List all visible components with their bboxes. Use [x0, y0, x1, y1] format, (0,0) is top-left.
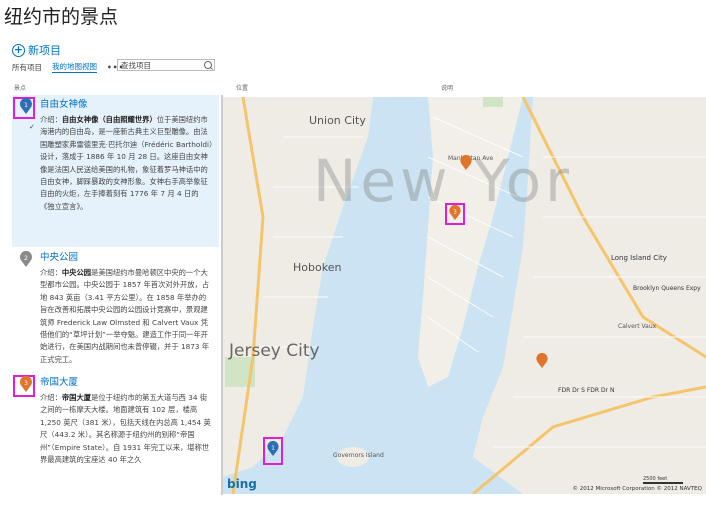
map-pin-empire-state[interactable]: 3	[448, 205, 462, 221]
map-label-governors-island: Governors Island	[333, 452, 384, 459]
map-pin-icon: 2	[20, 251, 32, 267]
map-label-brooklyn-queens-expy: Brooklyn Queens Expy	[633, 285, 701, 292]
item-title[interactable]: 中央公园	[40, 252, 78, 264]
new-item-button[interactable]: + 新项目	[12, 42, 61, 58]
pin-number: 2	[24, 255, 28, 262]
map-label-new-york: New Yor	[313, 147, 573, 215]
page-title: 纽约市的景点	[4, 6, 119, 28]
pin-number: 1	[24, 102, 28, 109]
column-header-description[interactable]: 说明	[441, 83, 453, 92]
map-copyright: © 2012 Microsoft Corporation © 2012 NAVT…	[572, 486, 702, 492]
map-label-hoboken: Hoboken	[293, 261, 342, 274]
bing-logo: bing	[227, 477, 257, 491]
item-list: 1 ✓ 自由女神像 介绍：自由女神像（自由照耀世界）位于美国纽约市海港内的自由岛…	[12, 95, 223, 495]
new-item-label: 新项目	[28, 44, 61, 57]
view-my-map[interactable]: 我的地图视图	[52, 61, 97, 73]
plus-icon: +	[12, 42, 25, 57]
map-pin-number: 3	[453, 209, 457, 215]
list-item[interactable]: 3 帝国大厦 介绍：帝国大厦是位于纽约市的第五大道与西 34 街之间的一栋摩天大…	[12, 373, 219, 483]
map-label-jersey-city: Jersey City	[229, 341, 320, 361]
map-pin-brooklyn[interactable]	[535, 353, 549, 369]
list-item[interactable]: 1 ✓ 自由女神像 介绍：自由女神像（自由照耀世界）位于美国纽约市海港内的自由岛…	[12, 95, 219, 247]
column-header-attraction[interactable]: 景点	[14, 83, 26, 92]
search-input[interactable]: 查找项目	[117, 59, 215, 71]
list-item[interactable]: 2 中央公园 介绍：中央公园是美国纽约市曼哈顿区中央的一个大型都市公园。中央公园…	[12, 248, 219, 368]
map-label-long-island-city: Long Island City	[611, 254, 667, 262]
search-placeholder: 查找项目	[121, 61, 151, 70]
item-description: 介绍：帝国大厦是位于纽约市的第五大道与西 34 街之间的一栋摩天大楼。地面建筑有…	[40, 393, 211, 465]
map-pin-statue-of-liberty[interactable]: 1	[266, 441, 280, 457]
item-description: 介绍：自由女神像（自由照耀世界）位于美国纽约市海港内的自由岛，是一座新古典主义巨…	[40, 115, 213, 211]
map-pin-icon: 3	[20, 376, 32, 392]
search-icon[interactable]	[204, 61, 212, 69]
map-label-union-city: Union City	[309, 114, 366, 127]
map-pin-central-park[interactable]	[459, 155, 473, 171]
pin-number: 3	[24, 380, 28, 387]
map-view[interactable]: Union City Hoboken Jersey City New Yor M…	[223, 97, 706, 494]
map-pin-icon: 1	[20, 98, 32, 114]
column-header-location[interactable]: 位置	[236, 83, 248, 92]
item-description: 介绍：中央公园是美国纽约市曼哈顿区中央的一个大型都市公园。中央公园于 1857 …	[40, 268, 210, 364]
view-all-items[interactable]: 所有项目	[12, 62, 42, 73]
view-selector: 所有项目 我的地图视图 •••	[12, 61, 124, 73]
map-label-fdr-dr: FDR Dr S FDR Dr N	[558, 387, 615, 394]
item-title[interactable]: 自由女神像	[40, 99, 88, 111]
map-label-calvert-vaux: Calvert Vaux	[618, 323, 657, 330]
map-scale-bar	[643, 482, 683, 484]
selected-check-icon: ✓	[29, 123, 35, 131]
item-title[interactable]: 帝国大厦	[40, 377, 78, 389]
map-pin-number: 1	[271, 445, 275, 451]
